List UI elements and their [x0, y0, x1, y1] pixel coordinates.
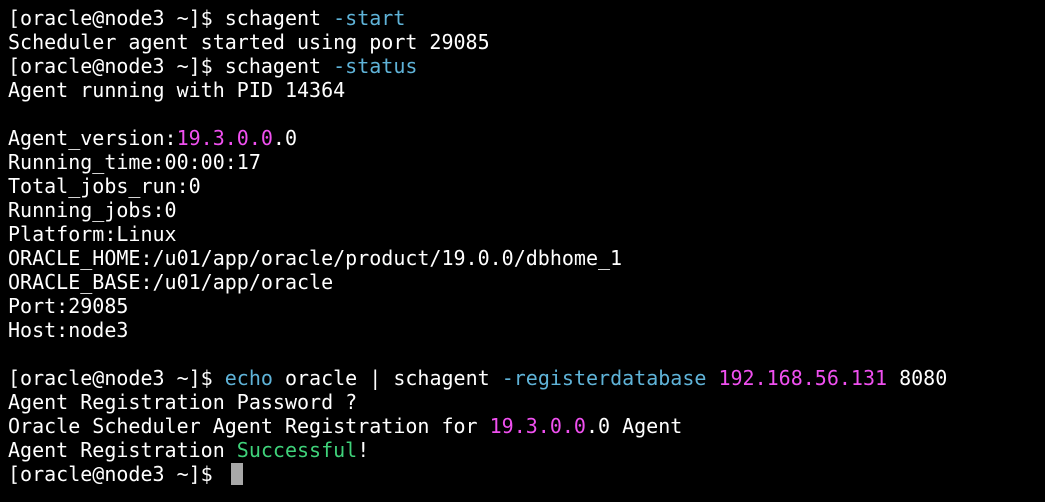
terminal-line: Platform:Linux [8, 222, 1037, 246]
terminal-line: [oracle@node3 ~]$ schagent -start [8, 6, 1037, 30]
terminal-line: [oracle@node3 ~]$ [8, 462, 1037, 486]
terminal-line: Agent_version:19.3.0.0.0 [8, 126, 1037, 150]
terminal-text-segment: 192.168.56.131 [718, 366, 888, 390]
terminal-text-segment: Host:node3 [8, 318, 129, 342]
terminal-line: Host:node3 [8, 318, 1037, 342]
terminal-line: Scheduler agent started using port 29085 [8, 30, 1037, 54]
terminal-text-segment: Port:29085 [8, 294, 129, 318]
terminal-text-segment: Scheduler agent started using port 29085 [8, 30, 490, 54]
terminal-line: Running_jobs:0 [8, 198, 1037, 222]
terminal-text-segment: 19.3.0.0 [489, 414, 586, 438]
terminal-text-segment: ! [357, 438, 370, 462]
terminal-text-segment: Successful [236, 438, 358, 462]
terminal-text-segment: ORACLE_BASE:/u01/app/oracle [8, 270, 334, 294]
terminal-line: Oracle Scheduler Agent Registration for … [8, 414, 1037, 438]
terminal-text-segment: 19.3.0.0 [176, 126, 273, 150]
terminal-line: [oracle@node3 ~]$ echo oracle | schagent… [8, 366, 1037, 390]
terminal-text-segment: [oracle@node3 ~]$ schagent [8, 54, 334, 78]
terminal-text-segment: Running_time:00:00:17 [8, 150, 261, 174]
terminal-text-segment: -status [333, 54, 418, 78]
terminal-text-segment: Agent_version: [8, 126, 177, 150]
terminal-line: Agent running with PID 14364 [8, 78, 1037, 102]
terminal-text-segment: Agent Registration [8, 438, 237, 462]
terminal-line: Agent Registration Successful! [8, 438, 1037, 462]
terminal-line: Running_time:00:00:17 [8, 150, 1037, 174]
terminal-text-segment: oracle | schagent [272, 366, 502, 390]
terminal-text-segment: .0 Agent [585, 414, 683, 438]
terminal-text-segment: -registerdatabase [501, 366, 707, 390]
terminal-text-segment: Total_jobs_run:0 [8, 174, 201, 198]
terminal-text-segment: .0 [272, 126, 297, 150]
terminal-text-segment: Running_jobs:0 [8, 198, 177, 222]
terminal-cursor[interactable] [230, 463, 243, 485]
terminal-text-segment: -start [333, 6, 406, 30]
terminal-text-segment: [oracle@node3 ~]$ schagent [8, 6, 334, 30]
terminal-text-segment: Oracle Scheduler Agent Registration for [8, 414, 490, 438]
terminal-text-segment: [oracle@node3 ~]$ [8, 462, 225, 486]
terminal-text-segment: [oracle@node3 ~]$ [8, 366, 225, 390]
terminal-text-segment: ORACLE_HOME:/u01/app/oracle/product/19.0… [8, 246, 623, 270]
terminal-window[interactable]: [oracle@node3 ~]$ schagent -start Schedul… [0, 0, 1045, 502]
terminal-line: Total_jobs_run:0 [8, 174, 1037, 198]
terminal-text-segment: Agent Registration Password ? [8, 390, 358, 414]
terminal-line: Port:29085 [8, 294, 1037, 318]
terminal-text-segment: 8080 [887, 366, 948, 390]
terminal-text-segment: echo [224, 366, 273, 390]
terminal-line: ORACLE_HOME:/u01/app/oracle/product/19.0… [8, 246, 1037, 270]
terminal-text-segment: Platform:Linux [8, 222, 177, 246]
terminal-line: Agent Registration Password ? [8, 390, 1037, 414]
terminal-line: [oracle@node3 ~]$ schagent -status [8, 54, 1037, 78]
terminal-text-segment: Agent running with PID 14364 [8, 78, 346, 102]
terminal-line: ORACLE_BASE:/u01/app/oracle [8, 270, 1037, 294]
